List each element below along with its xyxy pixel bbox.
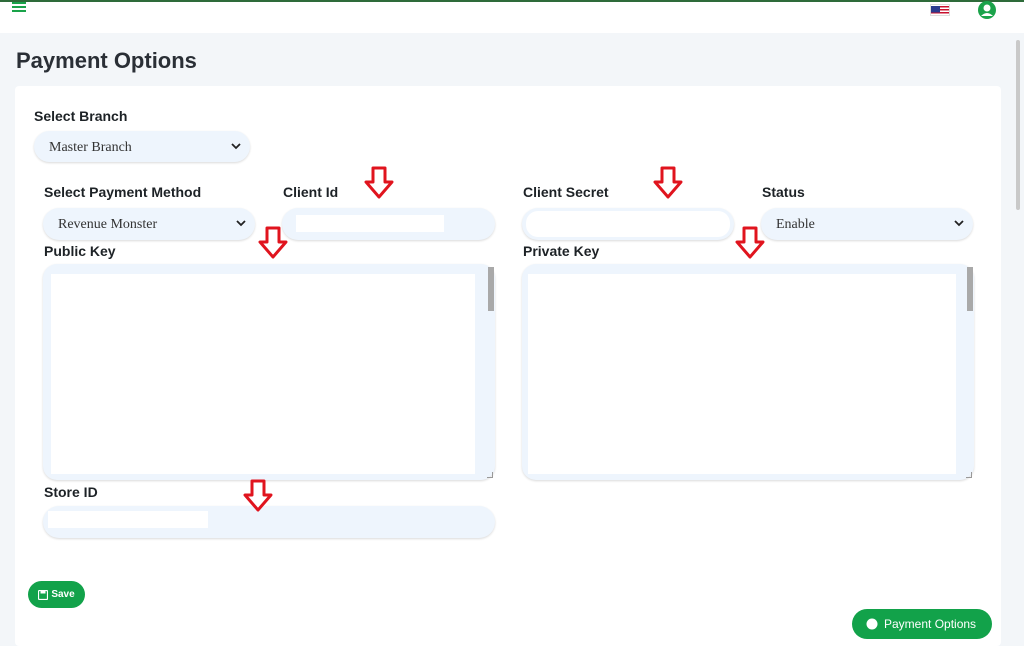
- branch-label: Select Branch: [34, 108, 128, 124]
- down-arrow-annotation-icon: [735, 226, 765, 259]
- down-arrow-annotation-icon: [258, 226, 288, 259]
- chevron-down-icon: [954, 220, 964, 227]
- redacted-value: [296, 215, 444, 232]
- private-key-textarea[interactable]: [522, 264, 974, 480]
- redacted-value: [48, 511, 208, 528]
- chevron-down-icon: [236, 220, 246, 227]
- client-id-label: Client Id: [283, 184, 339, 200]
- down-arrow-annotation-icon: [653, 166, 683, 199]
- resize-handle[interactable]: [966, 472, 972, 478]
- user-circle-icon[interactable]: [977, 0, 997, 20]
- status-select[interactable]: Enable: [761, 208, 973, 240]
- chevron-down-icon: [231, 143, 241, 150]
- private-key-label: Private Key: [523, 243, 600, 259]
- payment-options-help-button[interactable]: Payment Options: [852, 609, 992, 639]
- save-button-label: Save: [51, 589, 75, 600]
- status-label: Status: [762, 184, 805, 200]
- down-arrow-annotation-icon: [364, 166, 394, 199]
- top-bar: [0, 0, 1024, 33]
- redacted-value: [528, 274, 956, 474]
- branch-select[interactable]: Master Branch: [34, 131, 250, 162]
- public-key-textarea[interactable]: [43, 264, 495, 480]
- client-id-input[interactable]: [282, 208, 495, 240]
- save-button[interactable]: Save: [28, 581, 85, 608]
- store-id-label: Store ID: [44, 484, 98, 500]
- textarea-scrollbar[interactable]: [967, 267, 973, 311]
- floppy-disk-icon: [38, 589, 49, 600]
- page-scrollbar[interactable]: [1016, 40, 1020, 210]
- us-flag-icon[interactable]: [930, 4, 950, 16]
- hamburger-icon[interactable]: [12, 2, 26, 12]
- client-secret-label: Client Secret: [523, 184, 609, 200]
- public-key-label: Public Key: [44, 243, 116, 259]
- client-secret-input[interactable]: [522, 208, 734, 240]
- branch-select-value: Master Branch: [49, 140, 132, 155]
- redacted-value: [51, 274, 475, 474]
- fab-label: Payment Options: [884, 617, 977, 631]
- page-title: Payment Options: [16, 48, 197, 73]
- textarea-scrollbar[interactable]: [488, 267, 494, 311]
- payment-method-label: Select Payment Method: [44, 184, 202, 200]
- payment-method-value: Revenue Monster: [58, 217, 158, 232]
- status-select-value: Enable: [776, 217, 815, 232]
- question-circle-icon: [866, 618, 878, 630]
- resize-handle[interactable]: [487, 472, 493, 478]
- payment-method-select[interactable]: Revenue Monster: [43, 208, 255, 240]
- redacted-value: [526, 211, 730, 237]
- down-arrow-annotation-icon: [243, 479, 273, 512]
